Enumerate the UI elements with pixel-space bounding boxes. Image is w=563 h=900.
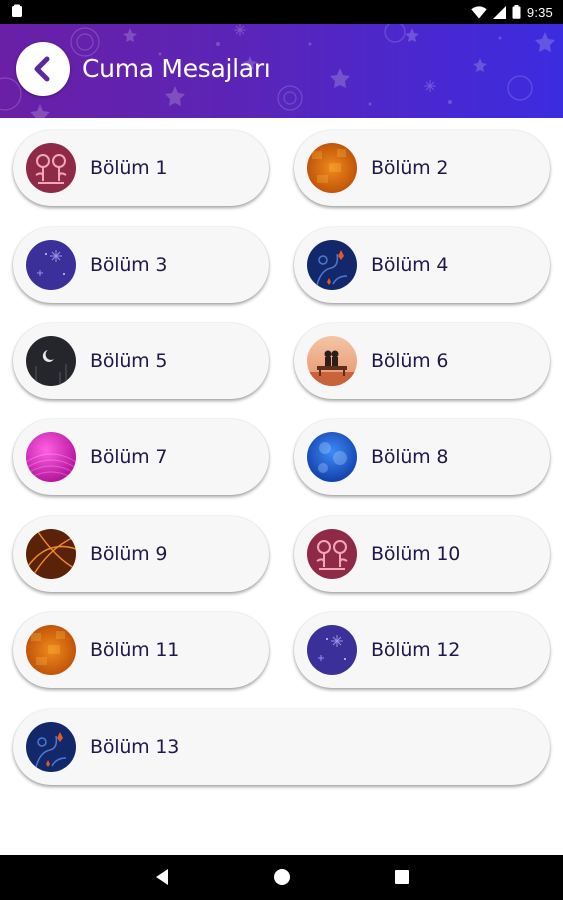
section-label: Bölüm 7	[90, 446, 168, 468]
section-item-5[interactable]: Bölüm 5	[13, 323, 269, 399]
section-label: Bölüm 10	[371, 543, 461, 565]
thumbnail-orange-swirl	[26, 529, 76, 579]
section-item-9[interactable]: Bölüm 9	[13, 516, 269, 592]
section-item-2[interactable]: Bölüm 2	[294, 130, 550, 206]
section-item-10[interactable]: Bölüm 10	[294, 516, 550, 592]
thumbnail-orange-mosaic	[307, 143, 357, 193]
app-bar: Cuma Mesajları	[0, 24, 563, 118]
section-label: Bölüm 12	[371, 639, 461, 661]
section-label: Bölüm 2	[371, 157, 449, 179]
section-label: Bölüm 5	[90, 350, 168, 372]
thumbnail-navy-vines	[26, 722, 76, 772]
chevron-left-icon	[34, 56, 50, 82]
thumbnail-blue-firework	[26, 240, 76, 290]
status-time: 9:35	[526, 4, 553, 20]
section-label: Bölüm 11	[90, 639, 180, 661]
thumbnail-blue-firework	[307, 625, 357, 675]
system-nav-bar	[0, 855, 563, 900]
section-item-4[interactable]: Bölüm 4	[294, 227, 550, 303]
battery-icon	[512, 5, 521, 19]
notification-icon	[10, 4, 24, 21]
thumbnail-pink-flowers	[26, 143, 76, 193]
section-label: Bölüm 13	[90, 736, 180, 758]
thumbnail-couple-bench	[307, 336, 357, 386]
section-label: Bölüm 8	[371, 446, 449, 468]
section-label: Bölüm 6	[371, 350, 449, 372]
section-item-12[interactable]: Bölüm 12	[294, 612, 550, 688]
section-label: Bölüm 9	[90, 543, 168, 565]
thumbnail-night-moon	[26, 336, 76, 386]
section-item-13[interactable]: Bölüm 13	[13, 709, 550, 785]
section-item-6[interactable]: Bölüm 6	[294, 323, 550, 399]
section-item-3[interactable]: Bölüm 3	[13, 227, 269, 303]
thumbnail-navy-vines	[307, 240, 357, 290]
status-bar: 9:35	[0, 0, 563, 24]
signal-icon	[492, 5, 506, 19]
page-title: Cuma Mesajları	[82, 54, 271, 83]
back-triangle-icon[interactable]	[154, 868, 170, 891]
section-label: Bölüm 3	[90, 254, 168, 276]
section-item-7[interactable]: Bölüm 7	[13, 419, 269, 495]
section-label: Bölüm 1	[90, 157, 168, 179]
section-item-11[interactable]: Bölüm 11	[13, 612, 269, 688]
section-item-8[interactable]: Bölüm 8	[294, 419, 550, 495]
section-item-1[interactable]: Bölüm 1	[13, 130, 269, 206]
wifi-icon	[471, 5, 487, 19]
thumbnail-blue-bubbles	[307, 432, 357, 482]
thumbnail-pink-flowers	[307, 529, 357, 579]
section-label: Bölüm 4	[371, 254, 449, 276]
thumbnail-orange-mosaic	[26, 625, 76, 675]
thumbnail-magenta-waves	[26, 432, 76, 482]
recents-square-icon[interactable]	[394, 868, 410, 891]
back-button[interactable]	[16, 42, 70, 96]
home-circle-icon[interactable]	[273, 868, 291, 891]
